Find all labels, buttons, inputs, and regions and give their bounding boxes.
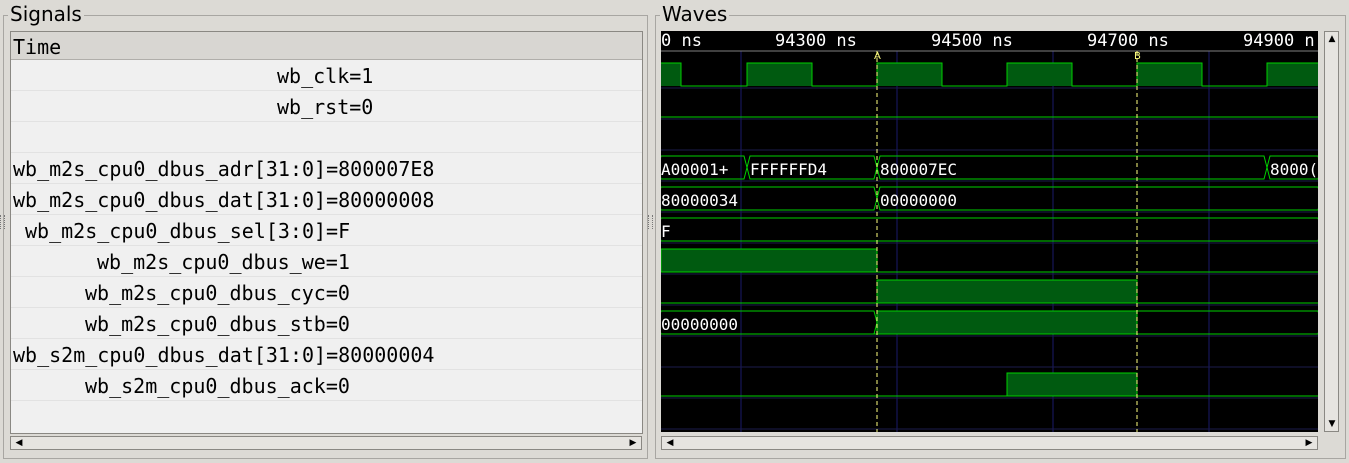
- clock-high-block: [877, 63, 942, 86]
- signals-list[interactable]: Time wb_clk=1 wb_rst=0 wb_m2s_cpu0_dbus_ad…: [10, 31, 643, 434]
- scroll-left-icon[interactable]: ◀: [664, 437, 676, 449]
- signals-hscrollbar[interactable]: ◀ ▶: [10, 436, 642, 450]
- marker-label: B: [1134, 51, 1141, 62]
- bus-value: 00000000: [880, 191, 957, 210]
- signal-row[interactable]: wb_clk=1: [11, 61, 642, 91]
- time-label: 0 ns: [661, 31, 702, 51]
- time-label: 94500 ns: [931, 31, 1013, 51]
- cyc-high-block: [876, 279, 1138, 304]
- ack-high-block: [1006, 372, 1138, 397]
- bus-value: 8000(: [1270, 160, 1318, 179]
- bus-value: 80000034: [661, 191, 738, 210]
- clock-high-block: [1007, 63, 1072, 86]
- we-high-block: [661, 248, 878, 273]
- scroll-left-icon[interactable]: ◀: [13, 437, 25, 449]
- time-header[interactable]: Time: [11, 32, 642, 60]
- clock-high-block: [661, 63, 681, 86]
- left-edge-handle[interactable]: [0, 215, 5, 229]
- signal-row[interactable]: wb_s2m_cpu0_dbus_ack=0: [11, 371, 642, 401]
- signal-row[interactable]: wb_m2s_cpu0_dbus_adr[31:0]=800007E8: [11, 154, 642, 184]
- bus-value: FFFFFFD4: [750, 160, 827, 179]
- bus-value: F: [661, 222, 671, 241]
- time-label: 94300 ns: [775, 31, 857, 51]
- clock-high-block: [747, 63, 812, 86]
- waveform-canvas[interactable]: 0 ns 94300 ns 94500 ns 94700 ns 94900 nA0000…: [661, 31, 1318, 432]
- bus-value: 00000000: [661, 315, 738, 334]
- signals-panel-title: Signals: [8, 2, 84, 26]
- bus-segment: [661, 217, 1318, 242]
- signal-row[interactable]: wb_m2s_cpu0_dbus_we=1: [11, 247, 642, 277]
- bus-value: 800007EC: [880, 160, 957, 179]
- clock-high-block: [1137, 63, 1202, 86]
- waves-panel-title: Waves: [660, 2, 730, 26]
- scroll-up-icon[interactable]: ▲: [1326, 33, 1338, 45]
- time-label: 94900 n: [1243, 31, 1315, 51]
- waves-vscrollbar[interactable]: ▲ ▼: [1324, 31, 1339, 432]
- waves-hscrollbar[interactable]: ◀ ▶: [661, 436, 1318, 450]
- scroll-down-icon[interactable]: ▼: [1326, 418, 1338, 430]
- splitter-handle[interactable]: [648, 215, 653, 229]
- marker-label: A: [874, 51, 881, 62]
- signal-row[interactable]: wb_rst=0: [11, 92, 642, 122]
- signal-row[interactable]: wb_s2m_cpu0_dbus_dat[31:0]=80000004: [11, 340, 642, 370]
- scroll-right-icon[interactable]: ▶: [1303, 437, 1315, 449]
- clock-high-block: [1267, 63, 1318, 86]
- time-label: 94700 ns: [1087, 31, 1169, 51]
- signal-row-blank[interactable]: [11, 123, 642, 153]
- signal-row[interactable]: wb_m2s_cpu0_dbus_stb=0: [11, 309, 642, 339]
- bus-value: A00001+: [661, 160, 728, 179]
- signal-row[interactable]: wb_m2s_cpu0_dbus_cyc=0: [11, 278, 642, 308]
- signal-row[interactable]: wb_m2s_cpu0_dbus_dat[31:0]=80000008: [11, 185, 642, 215]
- scroll-right-icon[interactable]: ▶: [627, 437, 639, 449]
- stb-high-block: [876, 310, 1138, 335]
- signal-row[interactable]: wb_m2s_cpu0_dbus_sel[3:0]=F: [11, 216, 642, 246]
